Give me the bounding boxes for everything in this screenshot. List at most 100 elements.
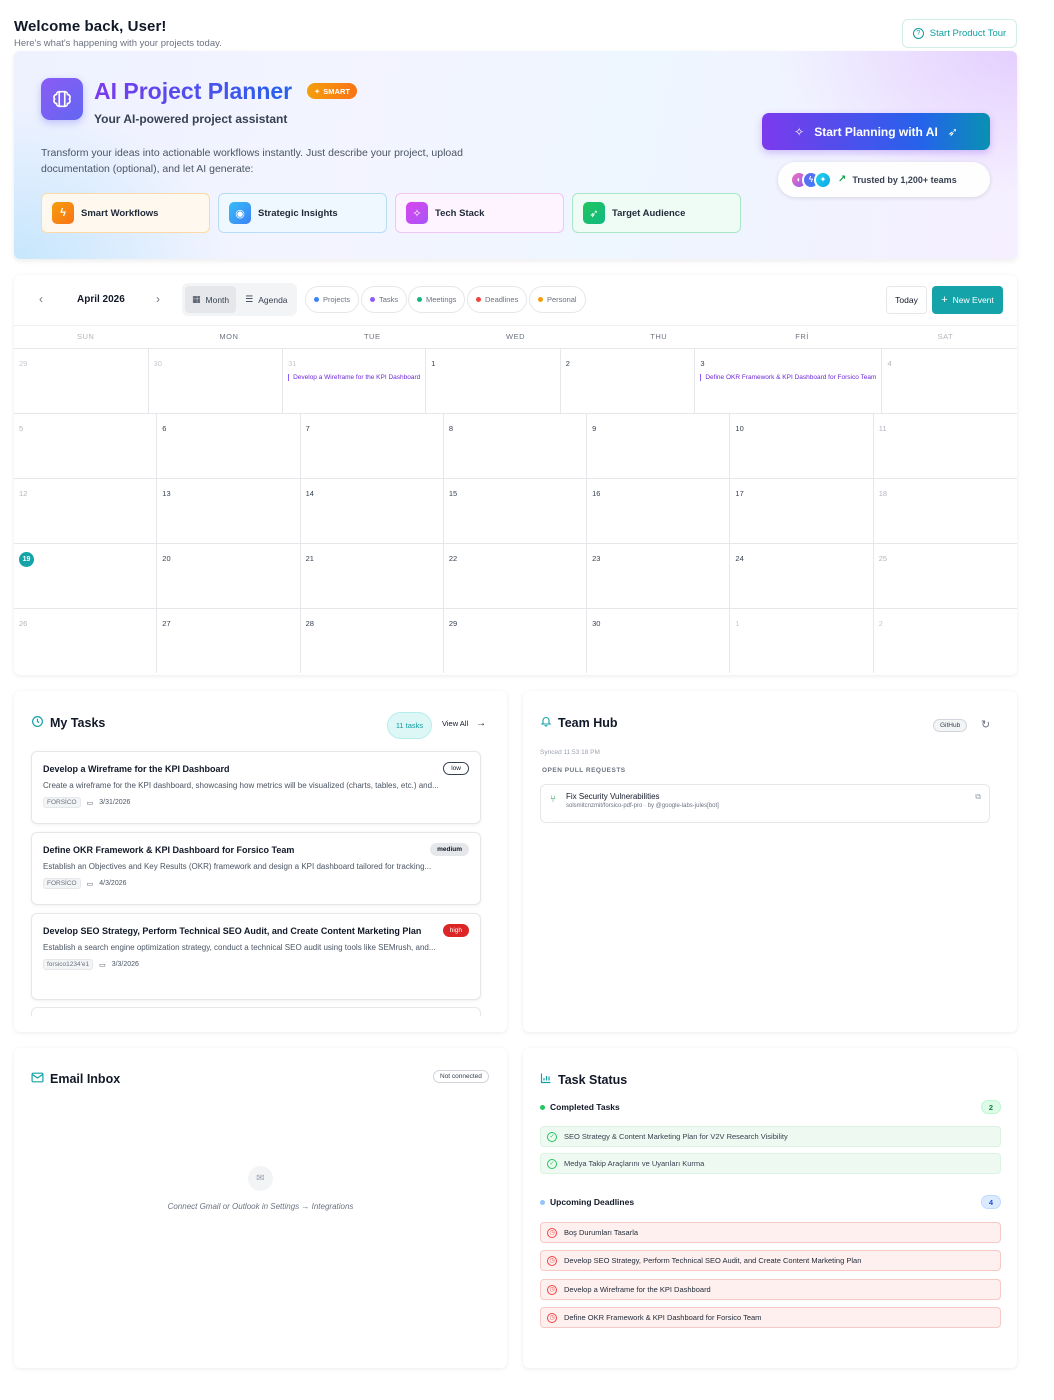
calendar-day[interactable]: 9 — [587, 414, 731, 478]
calendar-day[interactable]: 30 — [587, 609, 731, 673]
refresh-icon[interactable]: ↻ — [981, 718, 990, 731]
calendar-day[interactable]: 14 — [301, 479, 444, 543]
calendar-day[interactable]: 26 — [14, 609, 158, 673]
feature-tech-stack[interactable]: ✧ Tech Stack — [395, 193, 564, 233]
calendar-day[interactable]: 15 — [444, 479, 588, 543]
calendar-day[interactable]: 5 — [14, 414, 158, 478]
start-planning-button[interactable]: ✧ Start Planning with AI ➶ — [762, 113, 990, 150]
view-all-link[interactable]: View All → — [442, 718, 486, 729]
deadline-item[interactable]: ◷ Define OKR Framework & KPI Dashboard f… — [540, 1307, 1001, 1328]
calendar-day[interactable]: 21 — [301, 544, 444, 608]
pull-request-item[interactable]: ⑂ Fix Security Vulnerabilities solsmitcn… — [540, 784, 990, 823]
sparkle-icon: ✦ — [314, 86, 321, 96]
today-button[interactable]: Today — [886, 286, 927, 314]
calendar-day[interactable]: 27 — [157, 609, 301, 673]
task-card[interactable]: Develop SEO Strategy, Perform Technical … — [31, 913, 481, 1000]
day-number: 13 — [162, 489, 171, 498]
calendar-day[interactable]: 28 — [301, 609, 444, 673]
filter-deadlines[interactable]: Deadlines — [467, 286, 528, 313]
brain-icon — [41, 78, 83, 120]
calendar-day[interactable]: 23 — [587, 544, 731, 608]
completed-task-title: Medya Takip Araçlarını ve Uyarıları Kurm… — [564, 1159, 705, 1168]
calendar-day[interactable]: 1 — [730, 609, 874, 673]
calendar-day[interactable]: 2 — [561, 349, 696, 413]
project-tag: FORSİCO — [43, 797, 81, 808]
task-description: Establish an Objectives and Key Results … — [43, 862, 432, 871]
weekday-label: SUN — [76, 332, 95, 341]
deadline-item[interactable]: ◷ Develop a Wireframe for the KPI Dashbo… — [540, 1279, 1001, 1300]
view-agenda-button[interactable]: ☰ Agenda — [238, 286, 294, 313]
project-tag: forsico1234'e1 — [43, 959, 94, 970]
calendar-day[interactable]: 11 — [874, 414, 1017, 478]
calendar-day[interactable]: 19 — [14, 544, 158, 608]
calendar-day[interactable]: 18 — [874, 479, 1017, 543]
smart-badge-label: SMART — [323, 86, 350, 96]
pr-title: Fix Security Vulnerabilities — [566, 792, 660, 801]
completed-task-item[interactable]: ✓ Medya Takip Araçlarını ve Uyarıları Ku… — [540, 1153, 1001, 1174]
task-card[interactable]: Define OKR Framework & KPI Dashboard for… — [31, 832, 481, 905]
calendar-day[interactable]: 6 — [157, 414, 301, 478]
calendar-day[interactable]: 25 — [874, 544, 1017, 608]
weekday-header: SUN MON TUE WED THU FRİ SAT — [14, 325, 1017, 348]
external-link-icon[interactable]: ⧉ — [975, 792, 981, 802]
task-meta: FORSİCO ▭ 4/3/2026 — [43, 878, 469, 889]
team-hub-label: Team Hub — [558, 715, 618, 730]
calendar-icon: ▭ — [99, 961, 106, 969]
clock-icon: ◷ — [547, 1312, 557, 1323]
calendar-day[interactable]: 4 — [882, 349, 1017, 413]
feature-target-audience[interactable]: ➶ Target Audience — [572, 193, 741, 233]
deadline-item[interactable]: ◷ Develop SEO Strategy, Perform Technica… — [540, 1250, 1001, 1271]
filter-label: Meetings — [426, 295, 457, 304]
deadline-title: Develop a Wireframe for the KPI Dashboar… — [564, 1285, 711, 1294]
zap-icon: ϟ — [52, 202, 74, 224]
feature-strategic-insights[interactable]: ◉ Strategic Insights — [218, 193, 387, 233]
calendar-week: 26 27 28 29 30 1 2 — [14, 608, 1017, 673]
day-number: 9 — [592, 424, 597, 433]
calendar-day[interactable]: 22 — [444, 544, 588, 608]
calendar-day[interactable]: 1 — [426, 349, 561, 413]
day-number: 22 — [448, 554, 458, 563]
view-month-button[interactable]: ▦ Month — [185, 286, 237, 313]
chevron-left-icon[interactable]: ‹ — [39, 292, 43, 306]
weekday-label: FRİ — [795, 332, 809, 341]
filter-meetings[interactable]: Meetings — [408, 286, 466, 313]
trusted-badge: ◐ ϟ ✦ ↗ Trusted by 1,200+ teams — [778, 162, 990, 197]
feature-smart-workflows[interactable]: ϟ Smart Workflows — [41, 193, 210, 233]
completed-task-item[interactable]: ✓ SEO Strategy & Content Marketing Plan … — [540, 1126, 1001, 1147]
deadline-title: Define OKR Framework & KPI Dashboard for… — [564, 1313, 762, 1322]
calendar-day[interactable]: 20 — [157, 544, 301, 608]
calendar-event[interactable]: Define OKR Framework & KPI Dashboard for… — [700, 374, 876, 381]
feature-label: Tech Stack — [435, 207, 485, 219]
filter-personal[interactable]: Personal — [529, 286, 586, 313]
calendar-day[interactable]: 7 — [301, 414, 444, 478]
start-product-tour-button[interactable]: ? Start Product Tour — [902, 19, 1017, 48]
sparkles-icon: ✧ — [794, 124, 805, 139]
calendar-day[interactable]: 17 — [730, 479, 874, 543]
feature-label: Target Audience — [612, 207, 686, 219]
help-icon: ? — [912, 28, 924, 39]
day-number: 15 — [448, 489, 458, 498]
calendar-day[interactable]: 2 — [874, 609, 1017, 673]
calendar-event[interactable]: Develop a Wireframe for the KPI Dashboar… — [288, 374, 420, 381]
my-tasks-panel: My Tasks 11 tasks View All → Develop a W… — [14, 691, 507, 1032]
task-date: 3/31/2026 — [99, 799, 131, 806]
calendar-day[interactable]: 3 Define OKR Framework & KPI Dashboard fo… — [695, 349, 883, 413]
filter-projects[interactable]: Projects — [305, 286, 360, 313]
calendar-day[interactable]: 8 — [444, 414, 588, 478]
day-number: 23 — [592, 554, 601, 563]
calendar-day[interactable]: 29 — [14, 349, 149, 413]
calendar-day[interactable]: 31 Develop a Wireframe for the KPI Dashbo… — [283, 349, 427, 413]
calendar-day[interactable]: 29 — [444, 609, 588, 673]
calendar-day[interactable]: 13 — [157, 479, 301, 543]
task-description: Create a wireframe for the KPI dashboard… — [43, 781, 439, 790]
calendar-day[interactable]: 16 — [587, 479, 731, 543]
calendar-day[interactable]: 24 — [730, 544, 874, 608]
calendar-day[interactable]: 12 — [14, 479, 158, 543]
filter-tasks[interactable]: Tasks — [361, 286, 408, 313]
calendar-day[interactable]: 30 — [149, 349, 284, 413]
task-card[interactable]: Develop a Wireframe for the KPI Dashboar… — [31, 751, 481, 824]
deadline-item[interactable]: ◷ Boş Durumları Tasarla — [540, 1222, 1001, 1243]
calendar-day[interactable]: 10 — [730, 414, 874, 478]
new-event-button[interactable]: + New Event — [932, 286, 1003, 314]
chevron-right-icon[interactable]: › — [156, 292, 160, 306]
